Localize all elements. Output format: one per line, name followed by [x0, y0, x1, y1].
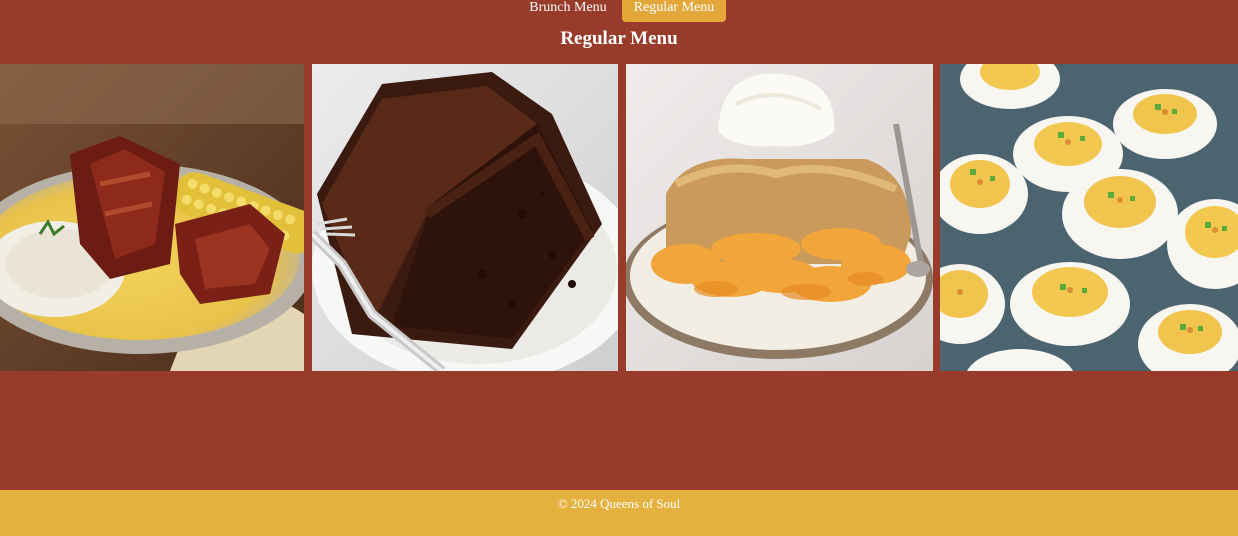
- footer-copyright: © 2024 Queens of Soul: [557, 496, 681, 511]
- peach-cobbler-photo: [626, 64, 933, 371]
- menu-tabs: Brunch Menu Regular Menu: [0, 0, 1238, 22]
- page-title: Regular Menu: [560, 28, 678, 49]
- tab-brunch-menu[interactable]: Brunch Menu: [519, 0, 617, 22]
- menu-gallery: [0, 64, 1238, 371]
- deviled-eggs-photo: [940, 64, 1238, 371]
- bbq-ribs-plate-photo: [0, 64, 304, 371]
- site-footer: © 2024 Queens of Soul: [0, 490, 1238, 536]
- tab-regular-menu[interactable]: Regular Menu: [622, 0, 726, 22]
- chocolate-cake-slice-photo: [312, 64, 618, 371]
